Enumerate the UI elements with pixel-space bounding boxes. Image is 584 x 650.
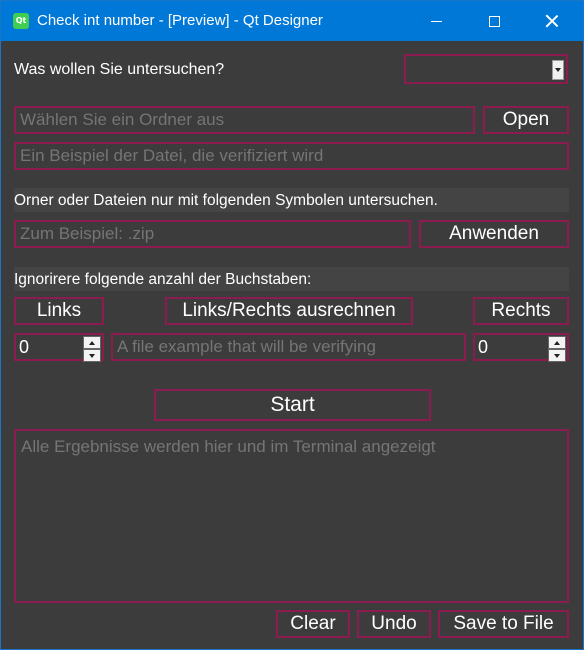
left-count-value: 0 [19, 336, 30, 357]
right-count-value: 0 [478, 336, 489, 357]
minimize-icon [430, 20, 442, 22]
right-spin-up-button[interactable] [548, 336, 566, 349]
chevron-up-icon [554, 340, 560, 345]
close-button[interactable] [529, 1, 575, 41]
ignore-chars-label: Ignorirere folgende anzahl der Buchstabe… [14, 271, 312, 288]
what-to-check-label: Was wollen Sie untersuchen? [14, 61, 225, 78]
chevron-down-icon [89, 353, 95, 358]
left-count-spinbox[interactable]: 0 [14, 333, 104, 362]
start-button[interactable]: Start [154, 389, 431, 421]
combobox-dropdown-button[interactable] [552, 60, 564, 80]
chevron-down-icon [555, 68, 561, 72]
minimize-button[interactable] [413, 1, 459, 41]
links-button[interactable]: Links [14, 297, 104, 325]
main-window: Qt Check int number - [Preview] - Qt Des… [0, 0, 584, 650]
file-example-preview-input[interactable] [111, 333, 466, 361]
folder-input[interactable] [14, 106, 475, 134]
window-title: Check int number - [Preview] - Qt Design… [37, 12, 323, 29]
symbols-label-bar: Orner oder Dateien nur mit folgenden Sym… [14, 188, 569, 212]
symbols-filter-label: Orner oder Dateien nur mit folgenden Sym… [14, 192, 438, 209]
qt-designer-icon: Qt [13, 13, 29, 29]
chevron-down-icon [554, 353, 560, 358]
apply-button[interactable]: Anwenden [419, 220, 569, 248]
maximize-icon [488, 15, 500, 27]
example-file-input[interactable] [14, 142, 569, 170]
open-button[interactable]: Open [483, 106, 569, 134]
maximize-button[interactable] [471, 1, 517, 41]
save-to-file-button[interactable]: Save to File [438, 610, 569, 638]
left-spin-buttons [83, 336, 101, 362]
right-spin-buttons [548, 336, 566, 362]
symbols-input[interactable] [14, 220, 411, 248]
clear-button[interactable]: Clear [276, 610, 350, 638]
close-icon [545, 14, 559, 28]
left-spin-down-button[interactable] [83, 349, 101, 362]
check-type-combobox[interactable] [404, 54, 568, 84]
compute-left-right-button[interactable]: Links/Rechts ausrechnen [165, 297, 413, 325]
title-bar[interactable]: Qt Check int number - [Preview] - Qt Des… [1, 1, 583, 41]
rechts-button[interactable]: Rechts [473, 297, 569, 325]
left-spin-up-button[interactable] [83, 336, 101, 349]
right-spin-down-button[interactable] [548, 349, 566, 362]
ignore-label-bar: Ignorirere folgende anzahl der Buchstabe… [14, 267, 569, 291]
chevron-up-icon [89, 340, 95, 345]
undo-button[interactable]: Undo [357, 610, 431, 638]
right-count-spinbox[interactable]: 0 [473, 333, 569, 362]
results-textarea[interactable] [14, 429, 569, 603]
